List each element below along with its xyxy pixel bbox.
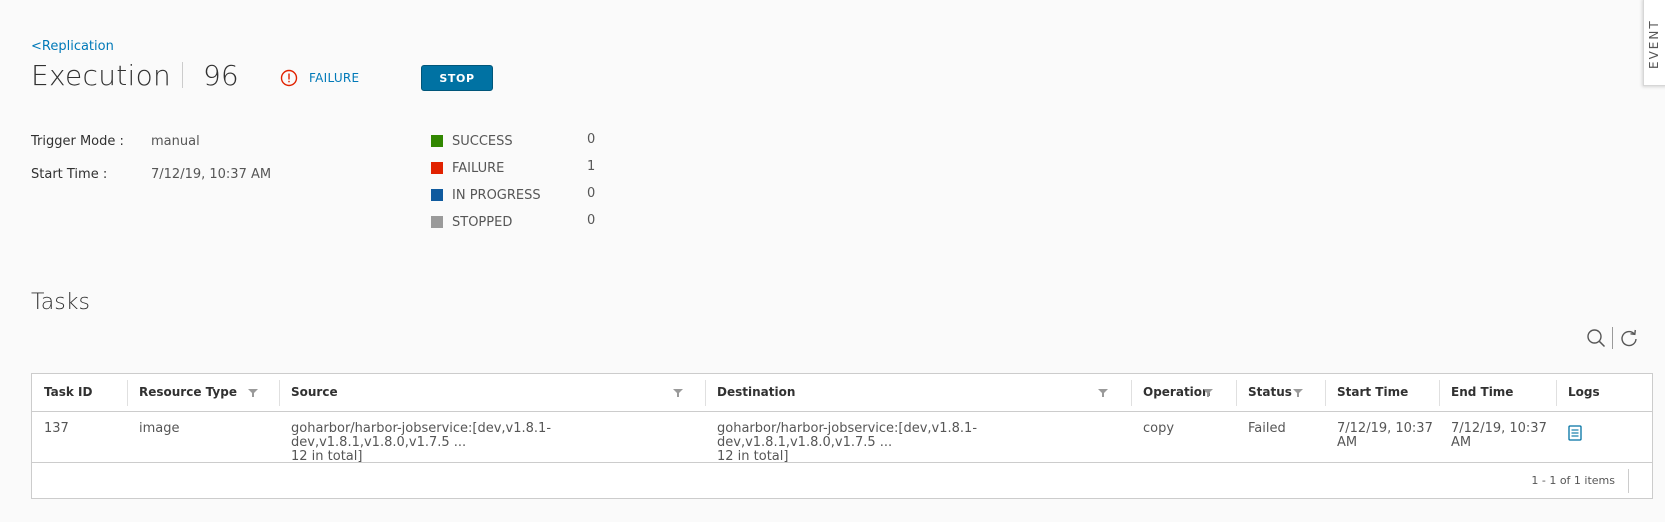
- cell-destination: goharbor/harbor-jobservice:[dev,v1.8.1-d…: [705, 422, 1125, 464]
- failure-label: FAILURE: [452, 161, 505, 176]
- source-filter-icon[interactable]: [673, 389, 683, 397]
- datagrid-header: Task ID Resource Type Source Destination…: [32, 374, 1652, 412]
- cell-end-time-line1: 7/12/19, 10:37: [1451, 421, 1547, 436]
- trigger-mode-label: Trigger Mode :: [31, 134, 124, 149]
- cell-end-time: 7/12/19, 10:37 AM: [1439, 422, 1547, 450]
- stopped-count: 0: [587, 213, 596, 228]
- trigger-mode-value: manual: [151, 134, 200, 149]
- log-document-icon[interactable]: [1568, 425, 1582, 441]
- pagination-summary: 1 - 1 of 1 items: [1531, 474, 1615, 487]
- cell-destination-line2: 12 in total]: [717, 449, 789, 464]
- cell-task-id: 137: [44, 421, 69, 436]
- column-logs[interactable]: Logs: [1556, 374, 1654, 412]
- title-divider: [182, 62, 183, 88]
- cell-resource-type: image: [139, 421, 180, 436]
- tasks-heading: Tasks: [31, 290, 90, 315]
- event-side-tab[interactable]: EVENT: [1643, 0, 1665, 86]
- success-count: 0: [587, 132, 596, 147]
- cell-source: goharbor/harbor-jobservice:[dev,v1.8.1-d…: [279, 422, 699, 464]
- start-time-value: 7/12/19, 10:37 AM: [151, 167, 272, 182]
- toolbar-divider: [1612, 327, 1613, 349]
- failure-swatch: [431, 162, 443, 174]
- page-title: Execution: [31, 59, 172, 92]
- execution-status: FAILURE: [309, 71, 360, 85]
- column-task-id[interactable]: Task ID: [32, 374, 127, 412]
- cell-source-line2: 12 in total]: [291, 449, 363, 464]
- cell-source-line1: goharbor/harbor-jobservice:[dev,v1.8.1-d…: [291, 421, 552, 450]
- in-progress-swatch: [431, 189, 443, 201]
- column-end-time[interactable]: End Time: [1439, 374, 1556, 412]
- status-filter-icon[interactable]: [1293, 389, 1303, 397]
- cell-end-time-line2: AM: [1451, 435, 1472, 450]
- in-progress-label: IN PROGRESS: [452, 188, 541, 203]
- column-destination[interactable]: Destination: [705, 374, 1131, 412]
- datagrid-footer: 1 - 1 of 1 items: [32, 463, 1652, 499]
- tasks-datagrid: Task ID Resource Type Source Destination…: [31, 373, 1653, 499]
- execution-id: 96: [203, 59, 239, 92]
- cell-operation: copy: [1143, 421, 1175, 436]
- refresh-icon[interactable]: [1619, 328, 1639, 348]
- destination-filter-icon[interactable]: [1098, 389, 1108, 397]
- error-circle-icon: [280, 69, 298, 87]
- cell-destination-line1: goharbor/harbor-jobservice:[dev,v1.8.1-d…: [717, 421, 978, 450]
- success-label: SUCCESS: [452, 134, 513, 149]
- stopped-swatch: [431, 216, 443, 228]
- cell-status: Failed: [1248, 421, 1286, 436]
- column-source[interactable]: Source: [279, 374, 705, 412]
- column-operation[interactable]: Operation: [1131, 374, 1236, 412]
- operation-filter-icon[interactable]: [1203, 389, 1213, 397]
- failure-count: 1: [587, 159, 596, 174]
- success-swatch: [431, 135, 443, 147]
- column-start-time[interactable]: Start Time: [1325, 374, 1439, 412]
- table-row: 137 image goharbor/harbor-jobservice:[de…: [32, 412, 1652, 464]
- search-icon[interactable]: [1586, 328, 1606, 348]
- cell-start-time: 7/12/19, 10:37 AM: [1325, 422, 1433, 450]
- breadcrumb-replication-link[interactable]: <Replication: [31, 39, 114, 54]
- stopped-label: STOPPED: [452, 215, 513, 230]
- column-status[interactable]: Status: [1236, 374, 1325, 412]
- stop-button[interactable]: STOP: [421, 65, 493, 91]
- event-tab-label: EVENT: [1647, 19, 1661, 69]
- footer-divider: [1628, 469, 1629, 493]
- resource-type-filter-icon[interactable]: [248, 389, 258, 397]
- in-progress-count: 0: [587, 186, 596, 201]
- start-time-label: Start Time :: [31, 167, 108, 182]
- cell-start-time-line2: AM: [1337, 435, 1358, 450]
- cell-start-time-line1: 7/12/19, 10:37: [1337, 421, 1433, 436]
